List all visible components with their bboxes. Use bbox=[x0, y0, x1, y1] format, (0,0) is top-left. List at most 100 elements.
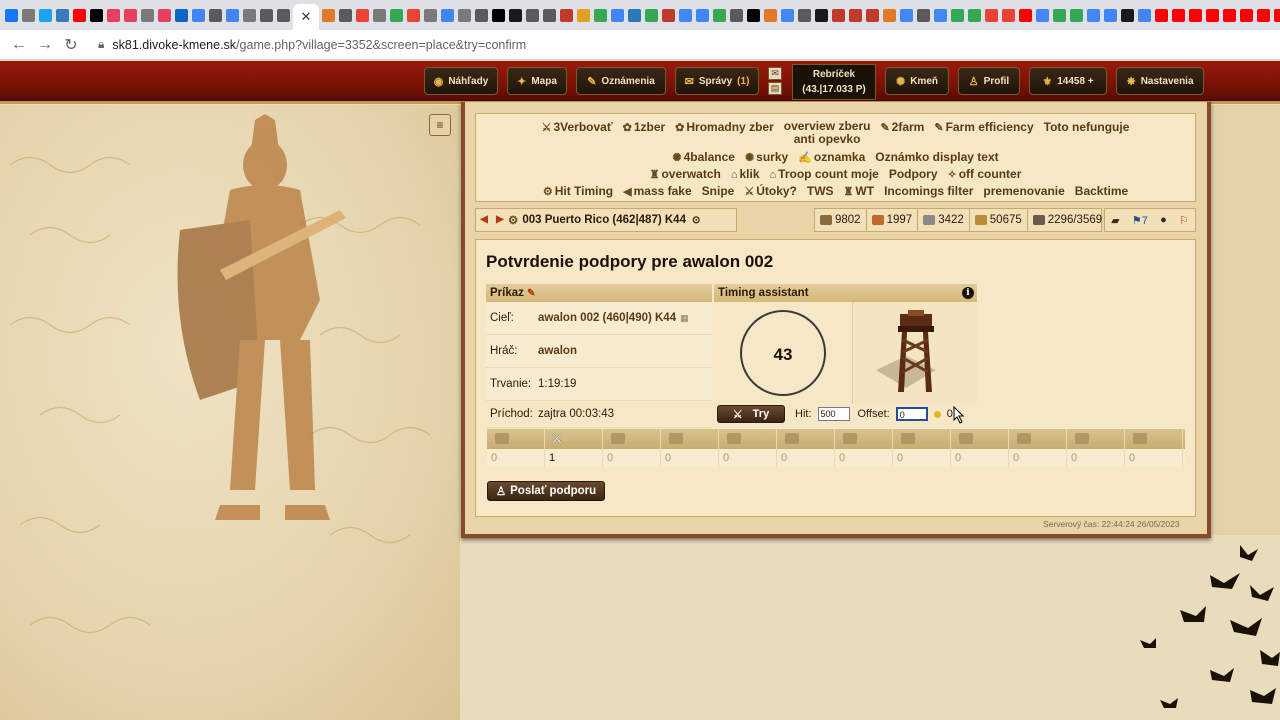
browser-tab-favicon[interactable] bbox=[577, 8, 590, 22]
quickbar-item[interactable]: ✎ 2farm bbox=[880, 120, 924, 146]
offset-input[interactable]: 0 bbox=[895, 407, 928, 421]
browser-tab-favicon[interactable] bbox=[277, 8, 290, 22]
resource-clay[interactable]: 1997 bbox=[867, 209, 919, 231]
browser-tab-favicon[interactable] bbox=[1121, 8, 1134, 22]
quickbar-item[interactable]: ✿ 1zber bbox=[623, 120, 666, 146]
resource-population[interactable]: 2296/3569 bbox=[1028, 209, 1107, 231]
browser-tab-favicon[interactable] bbox=[107, 8, 120, 22]
chest-icon[interactable]: ▰ bbox=[1111, 214, 1119, 227]
browser-tab-favicon[interactable] bbox=[475, 8, 488, 22]
browser-tab-favicon[interactable] bbox=[158, 8, 171, 22]
village-info-icon[interactable]: ▦ bbox=[680, 313, 689, 324]
browser-tab-favicon[interactable] bbox=[492, 8, 505, 22]
quickbar-item[interactable]: ◀ mass fake bbox=[623, 184, 692, 198]
browser-tab-favicon[interactable] bbox=[713, 8, 726, 22]
next-village-arrow-icon[interactable]: ▶ bbox=[492, 209, 508, 231]
browser-tab-favicon[interactable] bbox=[1206, 8, 1219, 22]
edit-icon[interactable]: ✎ bbox=[527, 288, 535, 299]
nav-button-overviews[interactable]: ◉ Náhľady bbox=[424, 67, 498, 95]
browser-tab-favicon[interactable] bbox=[594, 8, 607, 22]
info-icon[interactable]: i bbox=[962, 287, 974, 299]
browser-tab-favicon[interactable] bbox=[192, 8, 205, 22]
target-value[interactable]: awalon 002 (460|490) K44 bbox=[538, 312, 676, 324]
nav-button-settings[interactable]: ✸ Nastavenia bbox=[1116, 67, 1204, 95]
browser-tab-favicon[interactable] bbox=[1138, 8, 1151, 22]
browser-tab-favicon[interactable] bbox=[509, 8, 522, 22]
browser-tab-favicon[interactable] bbox=[560, 8, 573, 22]
browser-tab-favicon[interactable] bbox=[390, 8, 403, 22]
back-icon[interactable]: ← bbox=[6, 36, 32, 54]
quickbar-item[interactable]: ✺ 4balance bbox=[672, 150, 735, 164]
nav-button-messages[interactable]: ✉ Správy (1) bbox=[675, 67, 759, 95]
quickbar-item[interactable]: Incomings filter bbox=[884, 184, 973, 198]
quickbar-item[interactable]: Oznámko display text bbox=[875, 150, 998, 164]
browser-tab-favicon[interactable] bbox=[1172, 8, 1185, 22]
browser-tab-favicon[interactable] bbox=[441, 8, 454, 22]
browser-tab-favicon[interactable] bbox=[934, 8, 947, 22]
quickbar-item[interactable]: ✿ Hromadny zber bbox=[675, 120, 774, 146]
browser-tab-favicon[interactable] bbox=[260, 8, 273, 22]
browser-tab-favicon[interactable] bbox=[90, 8, 103, 22]
browser-tab-favicon[interactable] bbox=[679, 8, 692, 22]
send-support-button[interactable]: ♙ Poslať podporu bbox=[487, 481, 605, 501]
browser-tab-favicon[interactable] bbox=[1223, 8, 1236, 22]
try-button[interactable]: ⚔ Try bbox=[717, 405, 785, 423]
browser-tab-favicon[interactable] bbox=[611, 8, 624, 22]
quickbar-item[interactable]: ✧ off counter bbox=[948, 167, 1022, 181]
browser-tab-favicon[interactable] bbox=[1155, 8, 1168, 22]
browser-tab-favicon[interactable] bbox=[458, 8, 471, 22]
nav-button-map[interactable]: ✦ Mapa bbox=[507, 67, 567, 95]
browser-tab-favicon[interactable] bbox=[22, 8, 35, 22]
village-dropdown-icon[interactable]: ⊙ bbox=[692, 215, 700, 226]
browser-tab-favicon[interactable] bbox=[1189, 8, 1202, 22]
quickbar-item[interactable]: ⚔ Útoky? bbox=[744, 184, 797, 198]
browser-tab-favicon[interactable] bbox=[662, 8, 675, 22]
nav-button-tribe[interactable]: ✺ Kmeň bbox=[885, 67, 949, 95]
quickbar-item[interactable]: ✺ surky bbox=[745, 150, 788, 164]
browser-tab-favicon[interactable] bbox=[1087, 8, 1100, 22]
browser-tab-favicon[interactable] bbox=[1240, 8, 1253, 22]
quickbar-item[interactable]: ⌂ klik bbox=[731, 167, 760, 181]
lock-icon[interactable]: 🔒︎ bbox=[98, 37, 104, 52]
browser-tab-favicon[interactable] bbox=[917, 8, 930, 22]
browser-tab-favicon[interactable] bbox=[322, 8, 335, 22]
nav-button-profile[interactable]: ♙ Profil bbox=[958, 67, 1020, 95]
browser-tab-favicon[interactable] bbox=[1257, 8, 1270, 22]
browser-tab-favicon[interactable] bbox=[373, 8, 386, 22]
reload-icon[interactable]: ↻ bbox=[58, 35, 84, 55]
browser-tab-favicon[interactable] bbox=[424, 8, 437, 22]
browser-tab-favicon[interactable] bbox=[781, 8, 794, 22]
browser-tab-favicon[interactable] bbox=[141, 8, 154, 22]
browser-tab-favicon[interactable] bbox=[883, 8, 896, 22]
resource-wood[interactable]: 9802 bbox=[815, 209, 867, 231]
browser-tab-favicon[interactable] bbox=[339, 8, 352, 22]
browser-tab-favicon[interactable] bbox=[5, 8, 18, 22]
quickbar-item[interactable]: Snipe bbox=[702, 184, 735, 198]
browser-tab-favicon[interactable] bbox=[124, 8, 137, 22]
browser-tab-favicon[interactable] bbox=[1070, 8, 1083, 22]
browser-tab-favicon[interactable] bbox=[1036, 8, 1049, 22]
browser-tab-favicon[interactable] bbox=[815, 8, 828, 22]
quickbar-item[interactable]: ⚔ 3Verbovať bbox=[542, 120, 613, 146]
browser-tab-favicon[interactable] bbox=[798, 8, 811, 22]
browser-tab-favicon[interactable] bbox=[951, 8, 964, 22]
nav-button-premium[interactable]: ⚜ 14458 + bbox=[1029, 67, 1107, 95]
browser-tab-favicon[interactable] bbox=[849, 8, 862, 22]
quickbar-item[interactable]: TWS bbox=[807, 184, 834, 198]
village-name[interactable]: 003 Puerto Rico (462|487) K44 bbox=[522, 214, 686, 226]
nav-button-reports[interactable]: ✎ Oznámenia bbox=[576, 67, 666, 95]
browser-tab-favicon[interactable] bbox=[747, 8, 760, 22]
browser-tab-favicon[interactable] bbox=[175, 8, 188, 22]
browser-tab-favicon[interactable] bbox=[866, 8, 879, 22]
prev-village-arrow-icon[interactable]: ◀ bbox=[476, 209, 492, 231]
browser-tab-favicon[interactable] bbox=[243, 8, 256, 22]
resource-iron[interactable]: 3422 bbox=[918, 209, 970, 231]
browser-tab-favicon[interactable] bbox=[407, 8, 420, 22]
browser-tab-favicon[interactable] bbox=[628, 8, 641, 22]
quickbar-item[interactable]: overview zberu anti opevko bbox=[784, 120, 871, 146]
browser-tab-favicon[interactable] bbox=[1274, 8, 1280, 22]
browser-tab-favicon[interactable] bbox=[900, 8, 913, 22]
browser-tab-favicon[interactable] bbox=[73, 8, 86, 22]
browser-tab-favicon[interactable] bbox=[645, 8, 658, 22]
hit-input[interactable]: 500 bbox=[817, 407, 850, 421]
